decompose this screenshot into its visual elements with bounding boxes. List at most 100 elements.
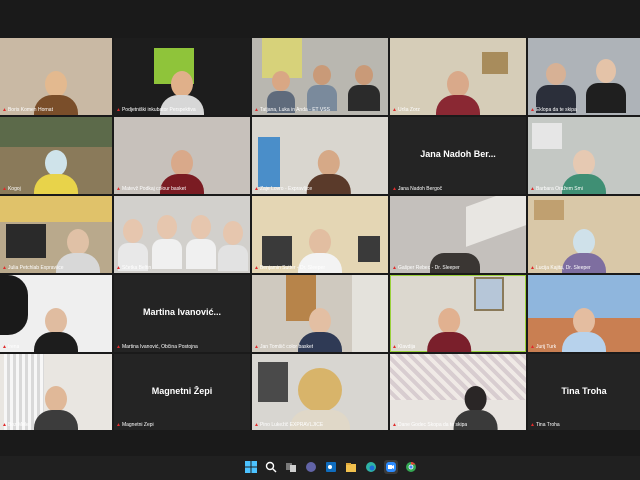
cabinet <box>258 137 280 187</box>
task-view-icon[interactable] <box>284 460 298 474</box>
video-tile[interactable]: ▲Urša Zorz <box>390 38 526 115</box>
participant-video <box>218 221 248 273</box>
participant-video <box>34 386 78 430</box>
window <box>466 196 526 247</box>
participant-name: ▲Žaje Lovro - Expravljice <box>254 186 313 192</box>
mic-muted-icon: ▲ <box>254 186 259 192</box>
participant-name: ▲Eklopa da te skipa <box>530 107 577 113</box>
bookshelf <box>0 117 112 147</box>
video-tile[interactable]: ▲Eklopa da te skipa <box>528 38 640 115</box>
participant-name: ▲Boz Mele <box>2 422 29 428</box>
wall-picture <box>474 277 504 311</box>
video-tile[interactable]: Martina Ivanović... ▲Martina Ivanović, O… <box>114 275 250 352</box>
video-tile[interactable]: ▲Gašper Rebec - Dr. Sleeper <box>390 196 526 273</box>
mic-muted-icon: ▲ <box>392 422 397 428</box>
file-explorer-icon[interactable] <box>344 460 358 474</box>
windows-start-icon[interactable] <box>244 460 258 474</box>
participant-name: ▲Jurij Turk <box>530 344 557 350</box>
video-tile[interactable]: ▲Boris Komen Hornat <box>0 38 112 115</box>
search-icon[interactable] <box>264 460 278 474</box>
mic-muted-icon: ▲ <box>2 422 7 428</box>
participant-display-name: Martina Ivanović... <box>142 307 222 318</box>
participant-video <box>562 308 606 352</box>
participant-name: ▲Klavdija <box>392 344 416 350</box>
video-tile[interactable]: ▲Podjetniški inkubator Perspektiva <box>114 38 250 115</box>
mic-muted-icon: ▲ <box>116 265 121 271</box>
ceiling-light <box>0 196 112 222</box>
participant-name: ▲Jana Nadoh Bergoč <box>392 186 443 192</box>
mic-muted-icon: ▲ <box>530 186 535 192</box>
mic-muted-icon: ▲ <box>116 186 121 192</box>
participant-video <box>586 59 626 115</box>
video-tile[interactable]: ▲Barbara Oražem Šmi <box>528 117 640 194</box>
video-tile[interactable]: ▲Pino Lukežič EXPRAVLJICE <box>252 354 388 430</box>
participant-name: ▲Matevž Podkaj colour basket <box>116 186 186 192</box>
video-tile[interactable]: ▲Jurij Turk <box>528 275 640 352</box>
participant-name: ▲Julia Petchlab Expraviice <box>2 265 64 271</box>
video-tile[interactable]: Tina Troha ▲Tina Troha <box>528 354 640 430</box>
video-tile[interactable]: ▲Julia Petchlab Expraviice <box>0 196 112 273</box>
windows-taskbar <box>0 456 640 480</box>
participant-video <box>348 65 380 115</box>
participant-display-name: Tina Troha <box>561 385 607 396</box>
mic-muted-icon: ▲ <box>530 422 535 428</box>
participant-video <box>427 308 472 352</box>
mic-muted-icon: ▲ <box>254 265 259 271</box>
mic-muted-icon: ▲ <box>116 344 121 350</box>
video-tile[interactable]: ▲Matevž Podkaj colour basket <box>114 117 250 194</box>
participant-name: ▲Barbara Oražem Šmi <box>530 186 583 192</box>
video-tile[interactable]: ▲Benjamin Sutter - Dr. Sleeper <box>252 196 388 273</box>
video-tile[interactable]: Magnetni Žepi ▲Magnetni Žepi <box>114 354 250 430</box>
video-tile[interactable]: ▲Boz Mele <box>0 354 112 430</box>
participant-name: ▲Dane Godec Skopa da te skipa <box>392 422 468 428</box>
video-tile-active-speaker[interactable]: ▲Klavdija <box>390 275 526 352</box>
video-tile[interactable]: ▲Kogoj <box>0 117 112 194</box>
video-tile[interactable]: ▲Tatjana, Luka in Anda - ET VSS <box>252 38 388 115</box>
participant-name: ▲Jan Tomšič color basket <box>254 344 314 350</box>
mic-muted-icon: ▲ <box>392 186 397 192</box>
video-tile[interactable]: ▲Jan Tomšič color basket <box>252 275 388 352</box>
wall-picture <box>534 200 564 220</box>
participant-name: ▲Sčetka Beltin <box>116 265 152 271</box>
mic-muted-icon: ▲ <box>392 265 397 271</box>
zoom-icon[interactable] <box>384 460 398 474</box>
zoom-top-bar <box>0 0 640 38</box>
participant-name: ▲Tatjana, Luka in Anda - ET VSS <box>254 107 330 113</box>
chrome-icon[interactable] <box>404 460 418 474</box>
mic-muted-icon: ▲ <box>254 107 259 113</box>
participant-name: ▲Irena <box>2 344 20 350</box>
mic-muted-icon: ▲ <box>254 344 259 350</box>
edge-icon[interactable] <box>364 460 378 474</box>
zoom-bottom-bar <box>0 430 640 456</box>
participant-video <box>152 215 182 273</box>
mic-muted-icon: ▲ <box>116 422 121 428</box>
video-tile[interactable]: ▲Dane Godec Skopa da te skipa <box>390 354 526 430</box>
mic-muted-icon: ▲ <box>2 107 7 113</box>
poster <box>0 275 28 335</box>
video-tile[interactable]: ▲Irena <box>0 275 112 352</box>
wall-picture <box>482 52 508 74</box>
video-tile[interactable]: ▲Žaje Lovro - Expravljice <box>252 117 388 194</box>
mic-muted-icon: ▲ <box>2 186 7 192</box>
participant-name: ▲Tina Troha <box>530 422 560 428</box>
video-tile[interactable]: ▲Sčetka Beltin <box>114 196 250 273</box>
mic-muted-icon: ▲ <box>530 107 535 113</box>
equipment <box>6 224 46 258</box>
participant-video <box>436 71 480 115</box>
video-tile[interactable]: ▲Lucija Kajita, Dr. Sleeper <box>528 196 640 273</box>
participant-video <box>34 308 78 352</box>
headphones <box>358 236 380 262</box>
participant-display-name: Magnetni Žepi <box>151 385 213 396</box>
monitor <box>258 362 288 402</box>
mic-muted-icon: ▲ <box>254 422 259 428</box>
mic-muted-icon: ▲ <box>116 107 121 113</box>
participant-name: ▲Martina Ivanović, Občina Postojna <box>116 344 198 350</box>
chat-icon[interactable] <box>304 460 318 474</box>
outlook-icon[interactable] <box>324 460 338 474</box>
participant-video <box>306 150 351 194</box>
mic-muted-icon: ▲ <box>530 265 535 271</box>
mic-muted-icon: ▲ <box>392 344 397 350</box>
video-tile[interactable]: Jana Nadoh Ber... ▲Jana Nadoh Bergoč <box>390 117 526 194</box>
participant-name: ▲Benjamin Sutter - Dr. Sleeper <box>254 265 325 271</box>
chair <box>262 236 292 266</box>
